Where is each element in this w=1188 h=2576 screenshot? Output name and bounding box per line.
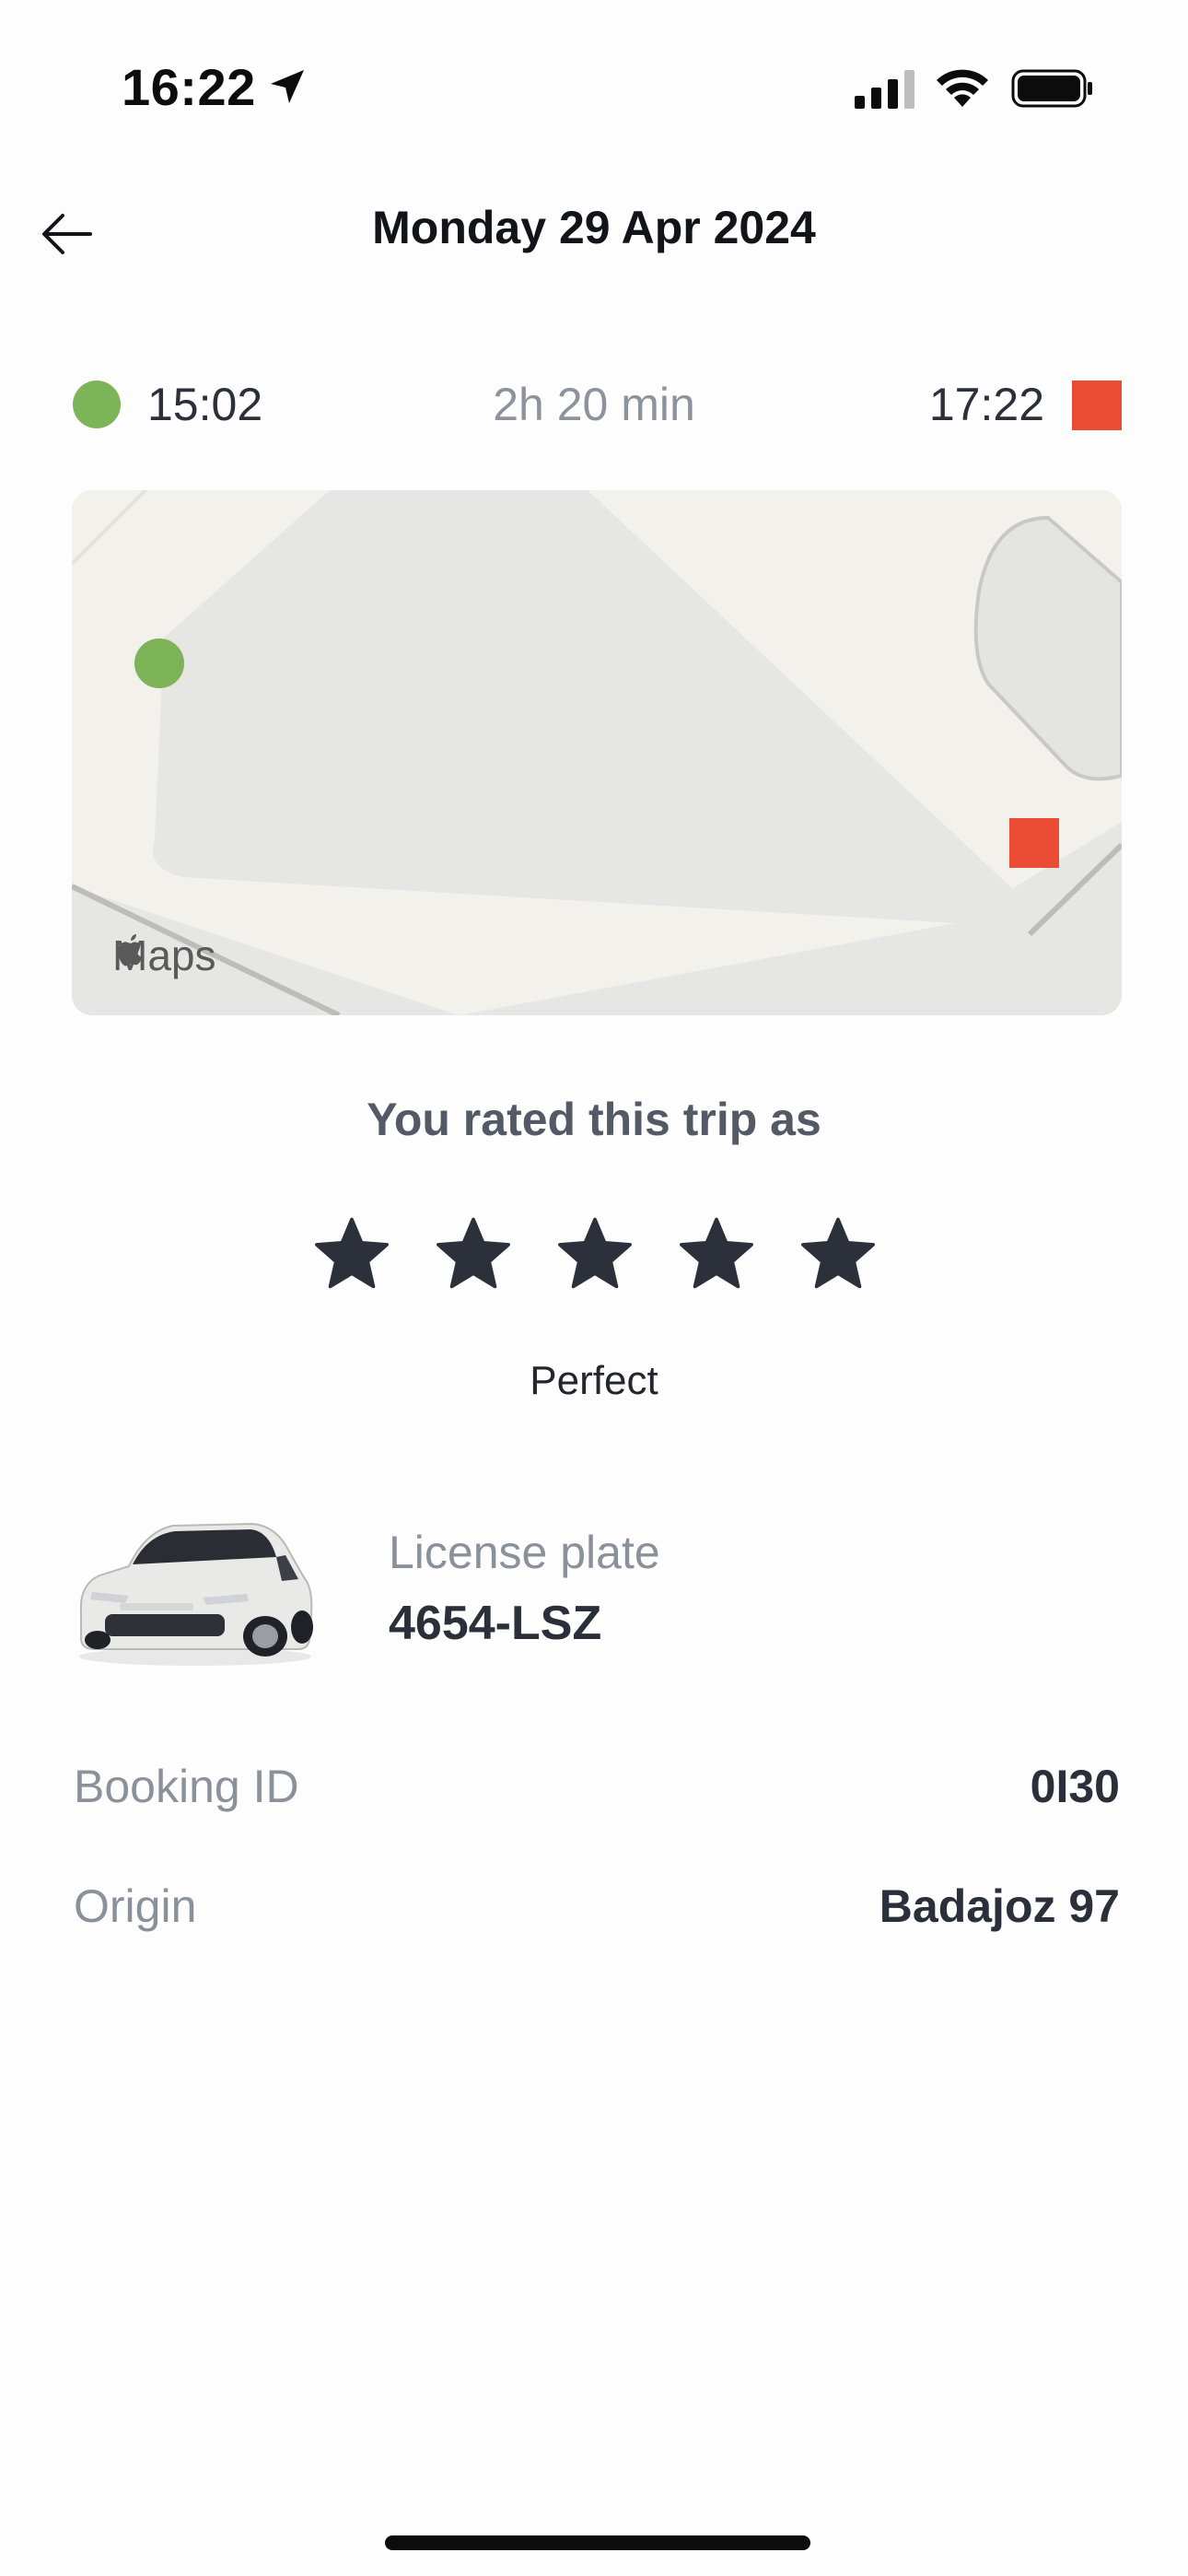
status-bar: 16:22 xyxy=(0,0,1188,175)
map-end-marker-icon xyxy=(1009,818,1059,868)
map-start-marker-icon xyxy=(134,638,184,688)
battery-icon xyxy=(1011,69,1092,108)
end-marker-icon xyxy=(1072,381,1122,430)
star-2-icon[interactable] xyxy=(433,1214,514,1295)
apple-logo-icon xyxy=(118,934,142,966)
rating-title: You rated this trip as xyxy=(367,1094,821,1145)
home-indicator[interactable] xyxy=(385,2535,810,2550)
star-4-icon[interactable] xyxy=(676,1214,757,1295)
map-tiles xyxy=(72,490,1122,1015)
page-title: Monday 29 Apr 2024 xyxy=(372,202,816,253)
star-3-icon[interactable] xyxy=(554,1214,635,1295)
end-time: 17:22 xyxy=(928,379,1044,430)
car-image xyxy=(79,1522,313,1666)
origin-label: Origin xyxy=(74,1880,197,1932)
star-5-icon[interactable] xyxy=(798,1214,879,1295)
rating-stars[interactable] xyxy=(311,1214,879,1295)
license-plate-value: 4654-LSZ xyxy=(389,1597,602,1650)
wifi-icon xyxy=(937,69,988,107)
location-arrow-icon xyxy=(271,70,304,103)
origin-value: Badajoz 97 xyxy=(879,1880,1120,1932)
maps-attribution: Maps xyxy=(112,931,215,980)
booking-id-label: Booking ID xyxy=(74,1761,299,1812)
booking-id-value: 0I30 xyxy=(1030,1761,1120,1812)
cellular-signal-icon xyxy=(855,70,914,109)
star-1-icon[interactable] xyxy=(311,1214,392,1295)
rating-label: Perfect xyxy=(530,1358,658,1403)
license-plate-label: License plate xyxy=(389,1527,660,1578)
status-time: 16:22 xyxy=(122,58,256,116)
trip-map[interactable]: Maps xyxy=(72,490,1122,1015)
